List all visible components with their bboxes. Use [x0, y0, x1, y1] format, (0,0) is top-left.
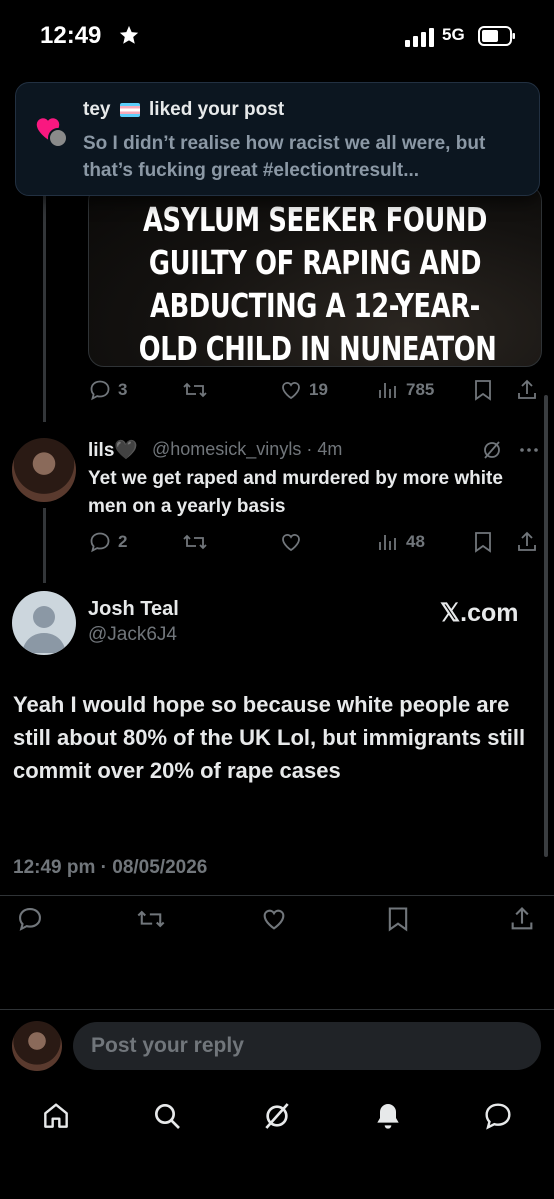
reply-icon: [19, 908, 41, 931]
grok-icon[interactable]: [261, 1100, 293, 1132]
tweet-timestamp[interactable]: 12:49 pm · 08/05/2026: [13, 857, 207, 879]
reply-input[interactable]: [73, 1022, 541, 1070]
author-name[interactable]: Josh Teal: [88, 598, 179, 621]
share-icon: [511, 907, 533, 930]
bookmark-button[interactable]: [472, 530, 494, 554]
reply-text: Yet we get raped and murdered by more wh…: [88, 468, 503, 517]
like-button[interactable]: 19: [279, 378, 328, 402]
bookmark-icon: [475, 380, 491, 401]
divider: [0, 1009, 554, 1010]
trans-flag-icon: [119, 102, 140, 117]
star-icon: [118, 24, 140, 46]
views-button[interactable]: 785: [376, 378, 434, 402]
like-button[interactable]: [260, 905, 288, 933]
post-image[interactable]: ASYLUM SEEKER FOUND GUILTY OF RAPING AND…: [88, 185, 542, 367]
share-icon: [518, 379, 536, 399]
notification-body: So I didn’t realise how racist we all we…: [83, 133, 486, 181]
search-icon[interactable]: [151, 1100, 183, 1132]
views-button[interactable]: 48: [376, 530, 425, 554]
notifications-icon[interactable]: [372, 1100, 404, 1132]
tweet-text: Yeah I would hope so because white peopl…: [13, 692, 526, 783]
like-button[interactable]: [279, 530, 303, 554]
reply-author-name[interactable]: lils🖤: [88, 438, 138, 462]
heart-icon: [263, 909, 285, 930]
status-time: 12:49: [40, 22, 102, 49]
heart-icon: [282, 534, 300, 552]
views-icon: [379, 535, 396, 550]
retweet-button[interactable]: [182, 378, 208, 402]
share-button[interactable]: [515, 530, 539, 554]
bookmark-icon: [388, 907, 408, 932]
bottom-nav: [0, 1090, 554, 1142]
battery-icon: [478, 26, 516, 46]
grok-icon: [484, 441, 500, 459]
reply-button[interactable]: [16, 905, 44, 933]
reply-author-handle[interactable]: @homesick_vinyls · 4m: [152, 439, 342, 460]
thread-line: [43, 190, 46, 422]
home-icon[interactable]: [40, 1100, 72, 1132]
messages-icon[interactable]: [482, 1100, 514, 1132]
avatar: [12, 1021, 62, 1071]
reply-button[interactable]: 2: [88, 530, 127, 554]
share-icon: [518, 531, 536, 551]
divider: [0, 895, 554, 896]
bookmark-icon: [475, 532, 491, 553]
thread-line: [43, 508, 46, 583]
reply-button[interactable]: 3: [88, 378, 127, 402]
signal-icon: [405, 27, 435, 47]
bookmark-button[interactable]: [472, 378, 494, 402]
notification-title: tey liked your post: [83, 99, 285, 120]
avatar: [48, 128, 68, 148]
bookmark-button[interactable]: [385, 905, 411, 933]
retweet-icon: [183, 382, 207, 398]
more-button[interactable]: [517, 438, 541, 462]
share-button[interactable]: [515, 378, 539, 402]
retweet-icon: [183, 534, 207, 550]
grok-button[interactable]: [480, 438, 504, 462]
network-type: 5G: [442, 25, 465, 44]
retweet-icon: [137, 910, 165, 928]
views-icon: [379, 383, 396, 398]
reply-icon: [90, 532, 110, 553]
reply-icon: [90, 380, 110, 401]
heart-icon: [282, 382, 300, 400]
retweet-button[interactable]: [182, 530, 208, 554]
author-handle[interactable]: @Jack6J4: [88, 624, 177, 646]
more-icon: [520, 448, 538, 452]
share-button[interactable]: [508, 905, 536, 933]
image-headline: ASYLUM SEEKER FOUND GUILTY OF RAPING AND…: [138, 200, 497, 367]
x-logo-watermark: 𝕏.com: [440, 599, 519, 627]
avatar[interactable]: [12, 591, 76, 655]
avatar[interactable]: [12, 438, 76, 502]
retweet-button[interactable]: [136, 905, 166, 933]
scrollbar[interactable]: [544, 395, 548, 857]
